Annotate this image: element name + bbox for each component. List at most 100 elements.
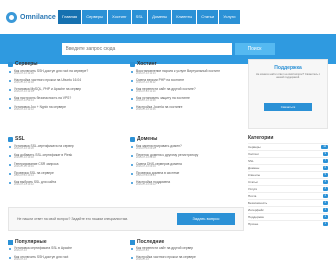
question-link[interactable]: Как отключить SSH-доступ для root 2016-07…	[8, 255, 122, 264]
category-label: Услуги	[248, 187, 258, 191]
search-input[interactable]	[61, 43, 232, 55]
category-link[interactable]: Почта 2	[248, 192, 328, 199]
question-link[interactable]: Проверка домена в системе 2016-07-13 09:1…	[130, 171, 244, 180]
nav-home[interactable]: Главная	[58, 10, 82, 24]
section-title[interactable]: Хостинг	[130, 59, 244, 69]
question-meta: 2016-07-13 10:16	[14, 165, 34, 169]
popular-icon	[8, 239, 13, 245]
ssl-icon	[8, 136, 13, 142]
question-link[interactable]: Как добавить SSL-сертификат в Plesk 2016-…	[8, 153, 122, 162]
question-link[interactable]: Перенос домена к другому регистратору 201…	[130, 153, 244, 162]
support-card: Поддержка Не можете найти ответ на свой …	[248, 59, 328, 129]
site-header: Omnilance Главная Серверы Хостинг SSL До…	[0, 0, 336, 34]
category-label: Безопасность	[248, 201, 268, 205]
question-link[interactable]: Настройка частного прокси на сервере 2016…	[130, 255, 244, 264]
category-count: 9	[322, 152, 328, 156]
question-link[interactable]: Как зарегистрировать домен? 2016-07-13 09…	[130, 144, 244, 153]
question-meta: 2016-07-13 09:20	[136, 147, 156, 151]
section-title[interactable]: Серверы	[8, 59, 122, 69]
popular-title: Популярные	[8, 238, 122, 246]
question-link[interactable]: Генерирование CSR запроса 2016-07-13 10:1…	[8, 162, 122, 171]
category-link[interactable]: Хостинг 9	[248, 150, 328, 157]
server-icon	[8, 61, 13, 67]
category-label: Почта	[248, 194, 257, 198]
category-link[interactable]: Серверы 12	[248, 143, 328, 150]
nav-articles[interactable]: Статьи	[197, 10, 219, 24]
category-count: 6	[322, 166, 328, 170]
question-meta: 2016-07-13 11:12	[136, 81, 156, 85]
question-link[interactable]: Настройка частного прокси на Ubuntu 16.0…	[8, 78, 122, 87]
question-meta: 2016-07-13 09:12	[136, 183, 156, 187]
category-label: Статьи	[248, 180, 258, 184]
nav-hosting[interactable]: Хостинг	[107, 10, 131, 24]
category-link[interactable]: SSL 7	[248, 157, 328, 164]
question-link[interactable]: Установка MySQL, PHP и Apache на сервер 2…	[8, 87, 122, 96]
category-link[interactable]: Клиенты 5	[248, 171, 328, 178]
question-link[interactable]: Проверка SSL на сервере 2016-07-13 10:14	[8, 171, 122, 180]
category-link[interactable]: Интерфейс 1	[248, 206, 328, 213]
nav-services[interactable]: Услуги	[219, 10, 240, 24]
question-link[interactable]: Настройка Joomla на хостинге 2016-07-13 1…	[130, 105, 244, 114]
question-meta: 2016-07-13 10:12	[14, 183, 34, 187]
sidebar: Поддержка Не можете найти ответ на свой …	[248, 59, 328, 271]
question-link[interactable]: Смена версии PHP на хостинге 2016-07-13 1…	[130, 78, 244, 87]
logo-icon	[6, 11, 17, 23]
category-link[interactable]: Прочее 1	[248, 220, 328, 227]
latest-icon	[130, 239, 135, 245]
question-link[interactable]: Как отключить SSH-доступ для root на сер…	[8, 69, 122, 78]
category-label: SSL	[248, 159, 254, 163]
section-title-text: Серверы	[15, 61, 38, 67]
support-title: Поддержка	[274, 65, 302, 71]
nav-servers[interactable]: Серверы	[82, 10, 107, 24]
section-title[interactable]: Домены	[130, 134, 244, 144]
category-label: Интерфейс	[248, 208, 264, 212]
question-link[interactable]: Смена DNS-серверов домена 2016-07-13 09:1…	[130, 162, 244, 171]
question-link[interactable]: Как перенести сайт на другой сервер 2016-…	[130, 246, 244, 255]
category-link[interactable]: Услуги 3	[248, 185, 328, 192]
question-link[interactable]: Как установить защиту на хостинге 2016-07…	[130, 96, 244, 105]
logo-text: Omnilance	[20, 13, 56, 21]
nav-domains[interactable]: Домены	[148, 10, 172, 24]
question-meta: 2016-07-13 11:08	[136, 99, 156, 103]
category-label: Клиенты	[248, 173, 261, 177]
logo[interactable]: Omnilance	[6, 11, 58, 23]
question-link[interactable]: Восстановление пароля к услуге Виртуальн…	[130, 69, 244, 78]
question-link[interactable]: Установка SSL-сертификата на сервер 2016-…	[8, 144, 122, 153]
question-meta: 2016-07-13 12:12	[14, 108, 34, 112]
nav-ssl[interactable]: SSL	[131, 10, 148, 24]
category-link[interactable]: Домены 6	[248, 164, 328, 171]
page: Omnilance Главная Серверы Хостинг SSL До…	[0, 0, 336, 280]
categories: Категории Серверы 12 Хостинг 9 SSL 7 Домены…	[248, 135, 328, 227]
category-count: 3	[322, 187, 328, 191]
category-label: Прочее	[248, 222, 259, 226]
category-count: 2	[322, 194, 328, 198]
main-nav: Главная Серверы Хостинг SSL Домены Клиен…	[58, 7, 240, 27]
support-text: Не можете найти ответ на свой вопрос? Св…	[256, 73, 320, 80]
section-title[interactable]: SSL	[8, 134, 122, 144]
category-link[interactable]: Поддержка 1	[248, 213, 328, 220]
support-button[interactable]: Связаться	[264, 103, 312, 111]
popular-title-text: Популярные	[15, 239, 47, 245]
category-link[interactable]: Статьи 4	[248, 178, 328, 185]
category-label: Поддержка	[248, 215, 264, 219]
latest-title-text: Последние	[137, 239, 165, 245]
question-link[interactable]: Настройка поддомена 2016-07-13 09:12	[130, 180, 244, 189]
category-count: 1	[322, 215, 328, 219]
domain-icon	[130, 136, 135, 142]
question-link[interactable]: Установка Joo + Ngnix на сервере 2016-07-…	[8, 105, 122, 114]
question-link[interactable]: Как настроить безопасность на VPS? 2016-0…	[8, 96, 122, 105]
ask-question-button[interactable]: Задать вопрос	[177, 213, 235, 225]
question-meta: 2016-07-13 09:16	[136, 165, 156, 169]
ask-question-text: Не нашли ответ на свой вопрос? Задайте е…	[17, 217, 129, 221]
question-link[interactable]: Как выбрать SSL для сайта 2016-07-13 10:1…	[8, 180, 122, 189]
nav-clients[interactable]: Клиенты	[172, 10, 197, 24]
category-label: Домены	[248, 166, 260, 170]
question-link[interactable]: Как перенести сайт на другой хостинг? 201…	[130, 87, 244, 96]
section-hosting: Хостинг Восстановление пароля к услуге В…	[130, 59, 244, 114]
ask-question-box: Не нашли ответ на свой вопрос? Задайте е…	[8, 207, 244, 231]
question-link[interactable]: Установка сертификата SSL в Apache 2016-0…	[8, 246, 122, 255]
hosting-icon	[130, 61, 135, 67]
category-count: 7	[322, 159, 328, 163]
search-button[interactable]: Поиск	[234, 43, 275, 55]
category-link[interactable]: Безопасность 2	[248, 199, 328, 206]
